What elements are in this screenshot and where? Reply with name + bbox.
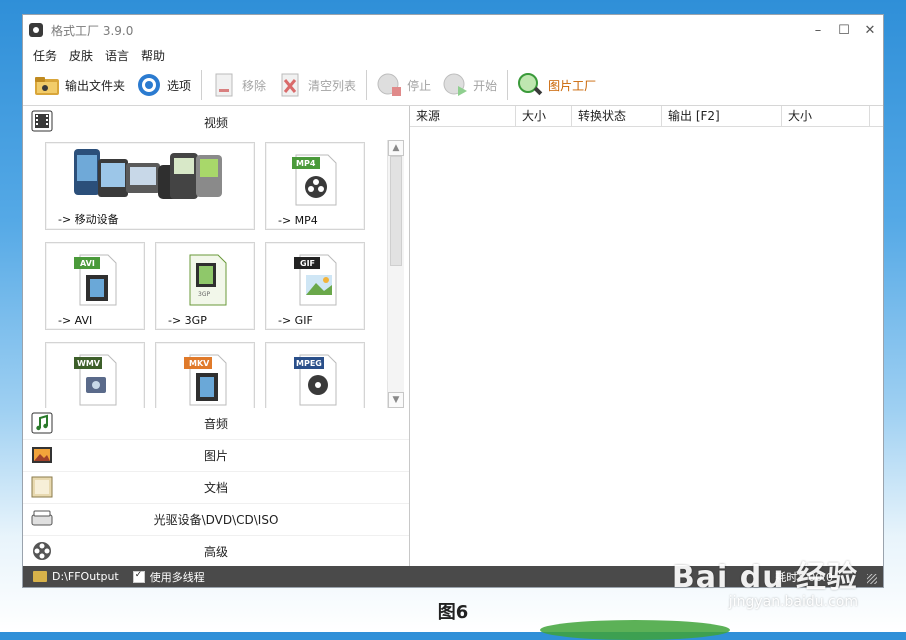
remove-button[interactable]: 移除 [210, 67, 266, 103]
category-picture[interactable]: 图片 [23, 440, 409, 472]
resize-grip-icon[interactable] [867, 574, 877, 584]
mpeg-file-icon [294, 354, 337, 406]
toolbar-separator [201, 70, 203, 100]
folder-icon [33, 571, 47, 582]
toolbar: 输出文件夹 选项 移除 清空列表 停止 开始 图片工厂 [23, 65, 883, 106]
mkv-badge: MKV [189, 359, 210, 368]
app-window: 格式工厂 3.9.0 – ☐ ✕ 任务 皮肤 语言 帮助 输出文件夹 选项 移除… [22, 14, 884, 588]
start-icon [443, 73, 468, 96]
wmv-badge: WMV [77, 359, 100, 368]
scroll-down-icon[interactable]: ▼ [388, 392, 404, 408]
toolbar-separator [366, 70, 368, 100]
app-logo-icon [29, 23, 43, 37]
category-audio[interactable]: 音频 [23, 408, 409, 440]
menu-help[interactable]: 帮助 [141, 47, 165, 64]
picture-icon [32, 447, 52, 463]
task-table-header: 来源 大小 转换状态 输出 [F2] 大小 [410, 106, 883, 127]
folder-icon [35, 77, 59, 95]
category-panel: 视频 -> 移动设备 MP4 -> MP4 AVI -> AVI 3GP -> … [23, 106, 409, 568]
film-reel-icon [33, 542, 51, 560]
tile-3gp[interactable]: 3GP -> 3GP [155, 242, 255, 330]
minimize-button[interactable]: – [805, 15, 831, 45]
disc-drive-icon [31, 510, 53, 526]
window-title: 格式工厂 3.9.0 [51, 23, 134, 38]
multithread-label: 使用多线程 [149, 570, 205, 584]
column-output[interactable]: 输出 [F2] [662, 106, 782, 126]
window-controls: – ☐ ✕ [805, 15, 883, 45]
menu-language[interactable]: 语言 [105, 47, 129, 64]
magnifier-icon [518, 73, 543, 96]
column-status[interactable]: 转换状态 [572, 106, 662, 126]
stop-icon [377, 73, 402, 96]
tile-avi[interactable]: AVI -> AVI [45, 242, 145, 330]
tile-gif[interactable]: GIF -> GIF [265, 242, 365, 330]
mp4-badge: MP4 [296, 159, 316, 168]
column-output-size[interactable]: 大小 [782, 106, 870, 126]
multithread-checkbox[interactable] [132, 570, 145, 583]
wmv-file-icon [74, 354, 117, 406]
clear-list-button[interactable]: 清空列表 [276, 67, 356, 103]
column-size[interactable]: 大小 [516, 106, 572, 126]
menu-skin[interactable]: 皮肤 [69, 47, 93, 64]
tile-wmv[interactable]: WMV [45, 342, 145, 408]
gif-badge: GIF [300, 259, 316, 268]
category-document[interactable]: 文档 [23, 472, 409, 504]
options-button[interactable]: 选项 [135, 67, 191, 103]
menu-task[interactable]: 任务 [33, 47, 57, 64]
scroll-up-icon[interactable]: ▲ [388, 140, 404, 156]
avi-badge: AVI [80, 259, 95, 268]
output-path[interactable]: D:\FFOutput [52, 570, 119, 583]
picture-factory-button[interactable]: 图片工厂 [516, 67, 596, 103]
watermark-brand: Bai du 经验 [671, 560, 858, 595]
watermark: Bai du 经验 jingyan.baidu.com [672, 552, 858, 610]
tile-mkv[interactable]: MKV [155, 342, 255, 408]
start-button[interactable]: 开始 [441, 67, 497, 103]
music-note-icon [31, 412, 53, 434]
tile-mp4[interactable]: MP4 -> MP4 [265, 142, 365, 230]
document-icon [31, 476, 53, 498]
scroll-thumb[interactable] [390, 156, 402, 266]
3gp-badge: 3GP [198, 291, 211, 298]
mpeg-badge: MPEG [296, 359, 322, 368]
watermark-url: jingyan.baidu.com [728, 594, 858, 610]
maximize-button[interactable]: ☐ [831, 15, 857, 45]
category-video[interactable]: 视频 [23, 106, 409, 138]
tile-mpeg[interactable]: MPEG [265, 342, 365, 408]
menu-bar: 任务 皮肤 语言 帮助 [23, 45, 883, 65]
title-bar: 格式工厂 3.9.0 – ☐ ✕ [23, 15, 883, 45]
clear-list-icon [281, 73, 299, 97]
task-list-panel: 来源 大小 转换状态 输出 [F2] 大小 [410, 106, 883, 566]
tile-mobile-devices[interactable]: -> 移动设备 [45, 142, 255, 230]
video-grid-scrollbar[interactable]: ▲ ▼ [387, 140, 404, 408]
remove-file-icon [215, 73, 233, 97]
category-advanced[interactable]: 高级 [23, 536, 409, 568]
toolbar-separator [507, 70, 509, 100]
category-rom-device[interactable]: 光驱设备\DVD\CD\ISO [23, 504, 409, 536]
close-button[interactable]: ✕ [857, 15, 883, 45]
stop-button[interactable]: 停止 [375, 67, 431, 103]
video-format-grid: -> 移动设备 MP4 -> MP4 AVI -> AVI 3GP -> 3GP… [23, 138, 409, 408]
column-source[interactable]: 来源 [410, 106, 516, 126]
output-folder-button[interactable]: 输出文件夹 [33, 67, 125, 103]
film-icon [31, 110, 53, 132]
mkv-file-icon [184, 354, 227, 406]
background-decoration [540, 620, 730, 640]
gear-icon [138, 74, 161, 96]
